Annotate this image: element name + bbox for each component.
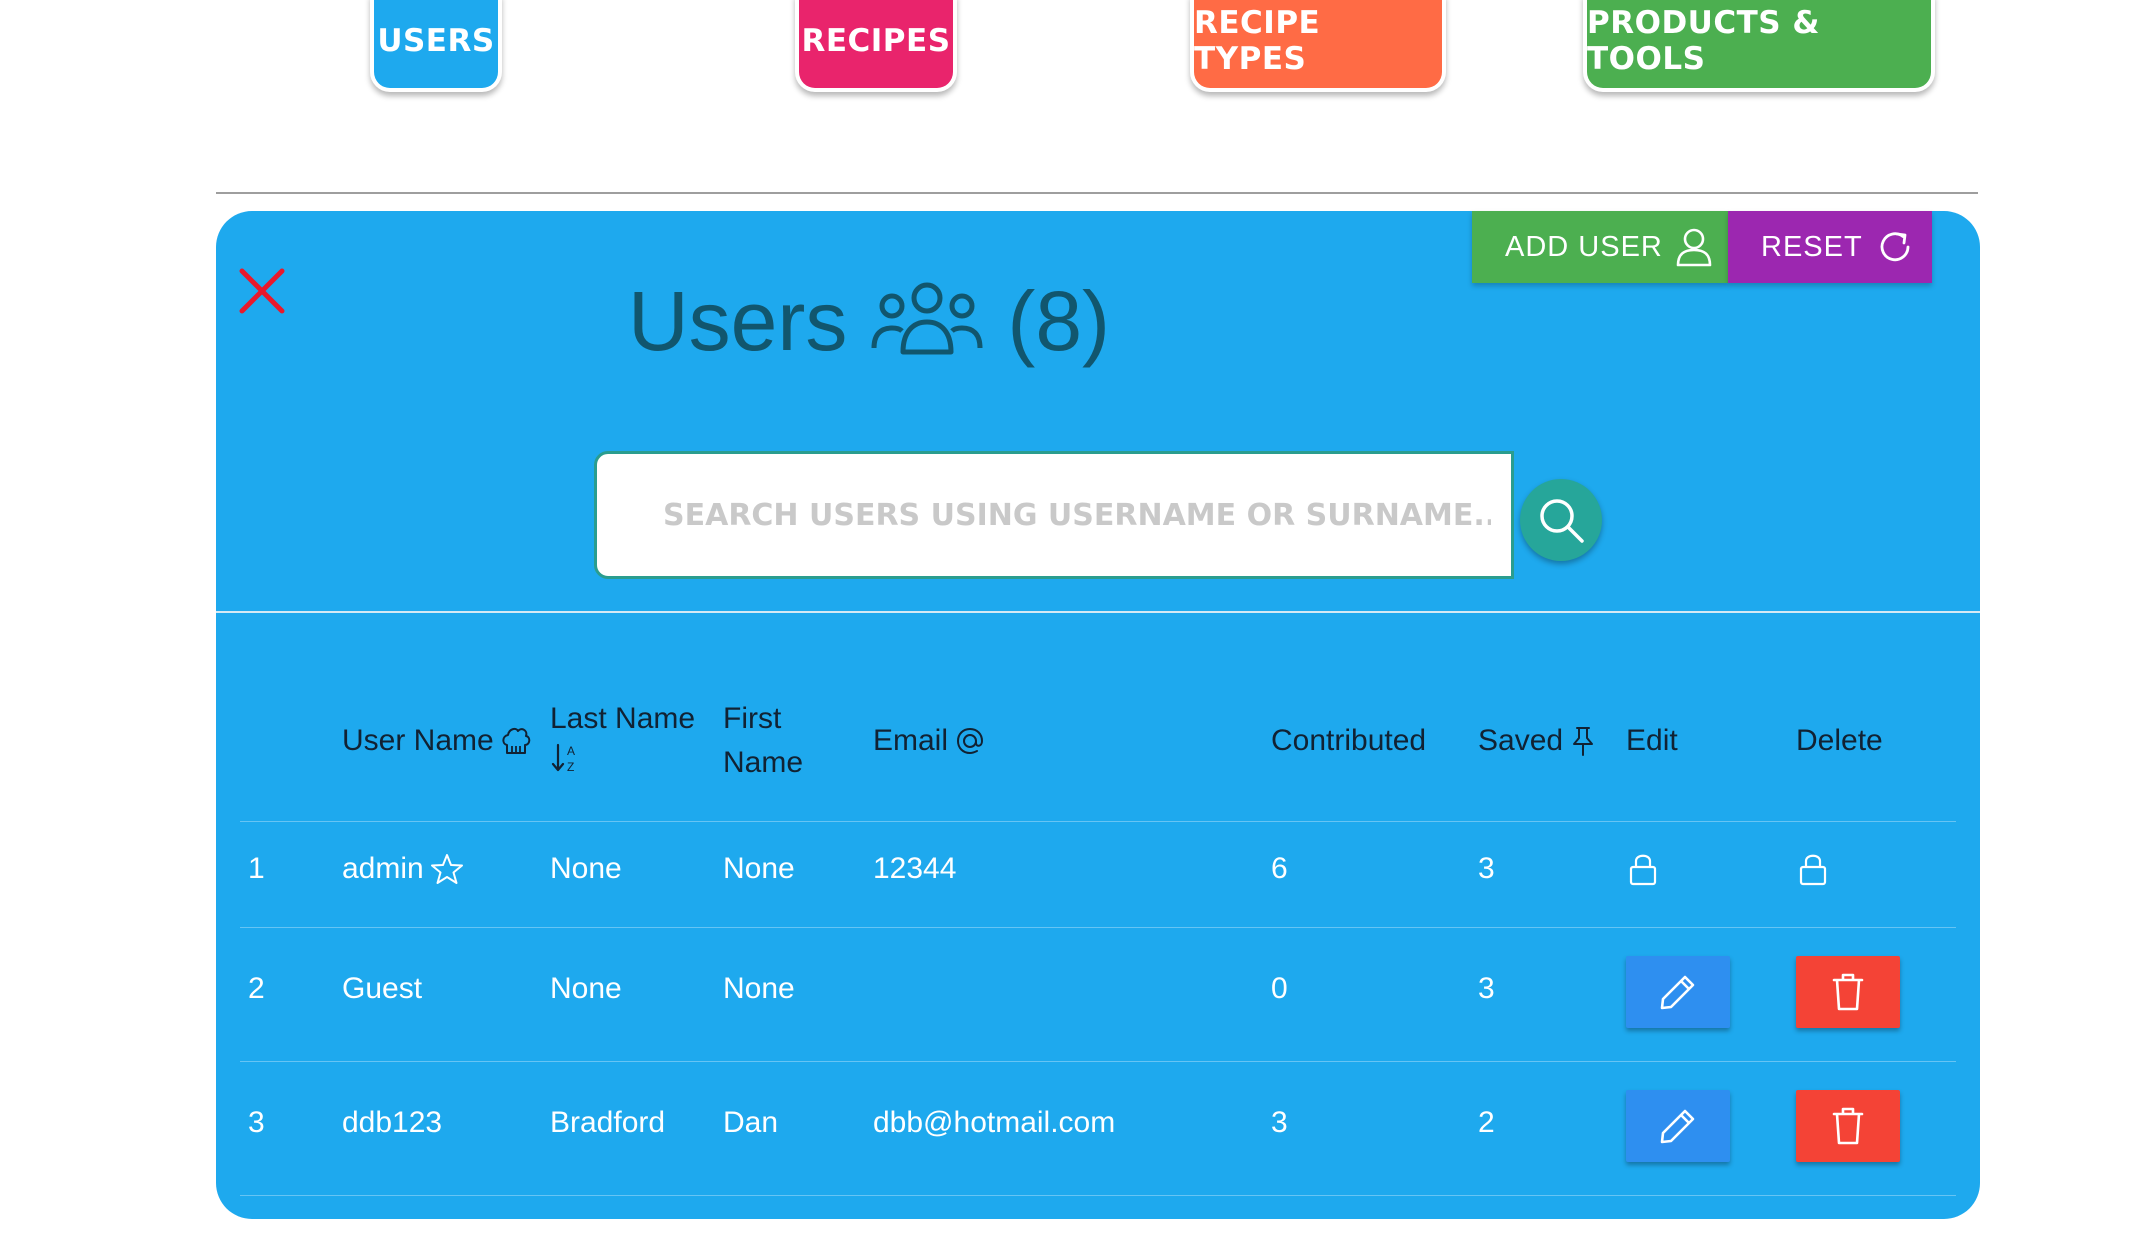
- top-divider: [216, 192, 1978, 194]
- search-icon: [1535, 494, 1587, 546]
- header-saved-label: Saved: [1478, 724, 1564, 757]
- row-index: 1: [248, 852, 265, 885]
- row-contributed: 3: [1271, 1106, 1288, 1139]
- chef-hat-icon: [500, 725, 532, 757]
- svg-text:Z: Z: [567, 760, 574, 774]
- trash-icon: [1828, 1105, 1868, 1147]
- header-edit: Edit: [1626, 719, 1678, 763]
- row-firstname: None: [723, 972, 795, 1005]
- row-divider: [240, 1195, 1956, 1196]
- header-email[interactable]: Email: [873, 719, 986, 763]
- refresh-icon: [1875, 227, 1915, 267]
- row-index: 2: [248, 972, 265, 1005]
- row-username: ddb123: [342, 1106, 443, 1139]
- row-divider: [240, 927, 1956, 928]
- tab-users[interactable]: USERS: [370, 0, 502, 92]
- row-saved: 2: [1478, 1106, 1495, 1139]
- header-username[interactable]: User Name: [342, 719, 532, 763]
- row-firstname: Dan: [723, 1106, 779, 1139]
- row-email: dbb@hotmail.com: [873, 1106, 1116, 1139]
- reset-label: RESET: [1761, 230, 1863, 263]
- reset-button[interactable]: RESET: [1728, 211, 1932, 283]
- add-user-button[interactable]: ADD USER: [1472, 211, 1728, 283]
- section-divider: [216, 611, 1980, 613]
- header-firstname-line1: First: [723, 702, 782, 735]
- header-email-label: Email: [873, 724, 949, 757]
- header-edit-label: Edit: [1626, 724, 1678, 757]
- row-saved: 3: [1478, 852, 1495, 885]
- header-saved[interactable]: Saved: [1478, 719, 1597, 763]
- row-firstname: None: [723, 852, 795, 885]
- row-username: Guest: [342, 972, 423, 1005]
- add-user-label: ADD USER: [1505, 230, 1663, 263]
- user-icon: [1675, 227, 1713, 267]
- close-icon[interactable]: [236, 265, 288, 317]
- row-divider: [240, 1061, 1956, 1062]
- header-firstname-line2: Name: [723, 746, 804, 779]
- pin-icon: [1569, 725, 1597, 757]
- title-text: Users: [628, 273, 848, 368]
- lock-icon: [1798, 851, 1828, 887]
- header-delete: Delete: [1796, 719, 1883, 763]
- header-delete-label: Delete: [1796, 724, 1883, 757]
- tab-products-tools[interactable]: PRODUCTS & TOOLS: [1583, 0, 1935, 92]
- row-lastname: None: [550, 972, 622, 1005]
- user-count: (8): [1007, 273, 1111, 368]
- search-input[interactable]: [594, 451, 1514, 579]
- header-firstname-second: Name: [723, 741, 803, 785]
- users-group-icon: [871, 280, 983, 362]
- pencil-icon: [1657, 1105, 1699, 1147]
- header-lastname[interactable]: Last Name: [550, 697, 695, 741]
- row-lastname: None: [550, 852, 622, 885]
- header-contributed-label: Contributed: [1271, 724, 1427, 757]
- at-icon: [954, 725, 986, 757]
- row-index: 3: [248, 1106, 265, 1139]
- lock-icon: [1628, 851, 1658, 887]
- star-icon: [430, 852, 464, 886]
- row-username: admin: [342, 849, 464, 889]
- header-username-label: User Name: [342, 724, 494, 757]
- edit-button[interactable]: [1626, 1090, 1730, 1162]
- username-text: admin: [342, 852, 424, 885]
- pencil-icon: [1657, 971, 1699, 1013]
- svg-text:A: A: [567, 744, 575, 758]
- row-contributed: 6: [1271, 852, 1288, 885]
- header-lastname-label: Last Name: [550, 702, 696, 735]
- edit-button[interactable]: [1626, 956, 1730, 1028]
- delete-button[interactable]: [1796, 956, 1900, 1028]
- row-contributed: 0: [1271, 972, 1288, 1005]
- delete-button[interactable]: [1796, 1090, 1900, 1162]
- tab-recipes[interactable]: RECIPES: [795, 0, 957, 92]
- header-firstname[interactable]: First: [723, 697, 781, 741]
- users-panel: ADD USER RESET Users (8) SEARCH USERS US…: [216, 211, 1980, 1219]
- search-button[interactable]: [1520, 479, 1602, 561]
- trash-icon: [1828, 971, 1868, 1013]
- row-email: 12344: [873, 852, 957, 885]
- row-lastname: Bradford: [550, 1106, 666, 1139]
- row-divider: [240, 821, 1956, 822]
- tab-recipe-types[interactable]: RECIPE TYPES: [1190, 0, 1446, 92]
- row-saved: 3: [1478, 972, 1495, 1005]
- page-title: Users (8): [628, 266, 1110, 376]
- header-contributed[interactable]: Contributed: [1271, 719, 1426, 763]
- sort-alpha-icon[interactable]: AZ: [550, 741, 584, 775]
